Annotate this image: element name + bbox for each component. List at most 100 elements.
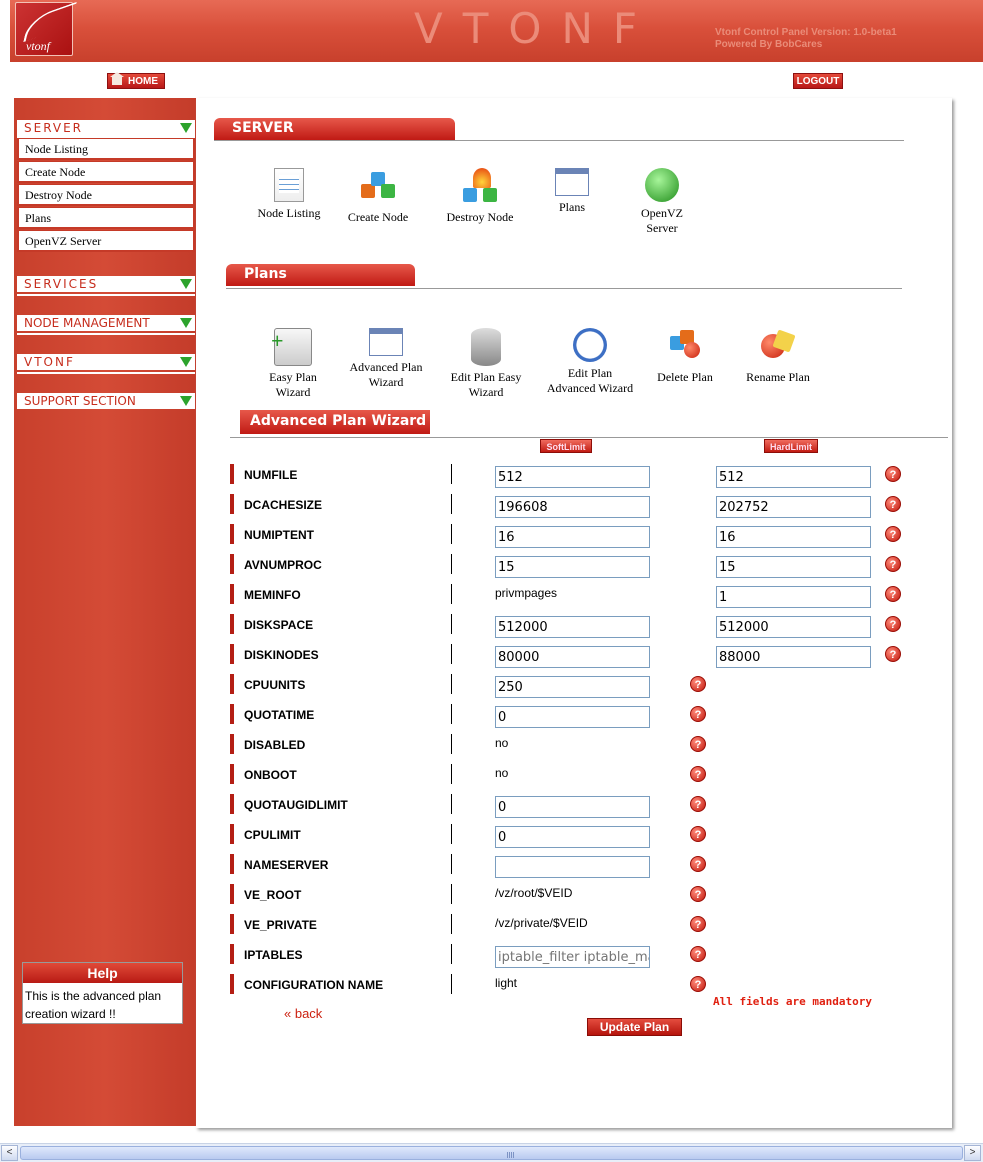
help-question-icon[interactable]: ? bbox=[690, 976, 706, 992]
help-question-icon[interactable]: ? bbox=[885, 466, 901, 482]
scroll-left-arrow[interactable]: < bbox=[1, 1145, 18, 1161]
create-node-tile[interactable]: Create Node bbox=[343, 168, 413, 225]
soft-limit-input[interactable] bbox=[495, 676, 650, 698]
column-separator bbox=[451, 764, 452, 784]
hard-limit-input[interactable] bbox=[716, 556, 871, 578]
help-question-icon[interactable]: ? bbox=[885, 646, 901, 662]
help-title: Help bbox=[23, 963, 182, 983]
help-question-icon[interactable]: ? bbox=[690, 856, 706, 872]
sidebar-section-node-management[interactable]: NODE MANAGEMENT bbox=[17, 315, 195, 331]
soft-limit-input[interactable] bbox=[495, 466, 650, 488]
divider bbox=[17, 333, 195, 335]
form-row-configuration-name: CONFIGURATION NAME light? bbox=[230, 974, 920, 996]
help-question-icon[interactable]: ? bbox=[885, 526, 901, 542]
destroy-node-tile[interactable]: Destroy Node bbox=[440, 168, 520, 225]
row-marker bbox=[230, 674, 234, 694]
sidebar-item-plans[interactable]: Plans bbox=[17, 207, 195, 229]
help-question-icon[interactable]: ? bbox=[690, 796, 706, 812]
sidebar-section-server[interactable]: SERVER bbox=[17, 120, 195, 136]
plans-section-title: Plans bbox=[226, 264, 415, 286]
row-marker bbox=[230, 524, 234, 544]
help-question-icon[interactable]: ? bbox=[690, 736, 706, 752]
update-plan-button[interactable]: Update Plan bbox=[587, 1018, 682, 1036]
hard-limit-input[interactable] bbox=[716, 616, 871, 638]
sidebar-section-vtonf[interactable]: VTONF bbox=[17, 354, 195, 370]
edit-plan-advanced-wizard-tile[interactable]: Edit Plan Advanced Wizard bbox=[544, 328, 636, 396]
soft-value-text: /vz/private/$VEID bbox=[495, 916, 588, 930]
sidebar-section-support[interactable]: SUPPORT SECTION bbox=[17, 393, 195, 409]
soft-limit-input[interactable] bbox=[495, 526, 650, 548]
column-separator bbox=[451, 824, 452, 844]
help-question-icon[interactable]: ? bbox=[690, 676, 706, 692]
sidebar-item-destroy-node[interactable]: Destroy Node bbox=[17, 184, 195, 206]
soft-limit-input[interactable] bbox=[495, 556, 650, 578]
field-label: VE_PRIVATE bbox=[244, 918, 317, 932]
plans-tile[interactable]: Plans bbox=[542, 168, 602, 215]
row-marker bbox=[230, 764, 234, 784]
sidebar-item-openvz-server[interactable]: OpenVZ Server bbox=[17, 230, 195, 252]
house-icon bbox=[110, 72, 124, 85]
soft-limit-input[interactable] bbox=[495, 646, 650, 668]
soft-limit-input[interactable] bbox=[495, 616, 650, 638]
form-row-cpuunits: CPUUNITS? bbox=[230, 674, 920, 698]
soft-limit-input[interactable] bbox=[495, 796, 650, 818]
soft-limit-input[interactable] bbox=[495, 826, 650, 848]
openvz-server-tile[interactable]: OpenVZ Server bbox=[627, 168, 697, 236]
row-marker bbox=[230, 794, 234, 814]
sidebar-item-create-node[interactable]: Create Node bbox=[17, 161, 195, 183]
sidebar-item-node-listing[interactable]: Node Listing bbox=[17, 138, 195, 160]
sidebar-section-services[interactable]: SERVICES bbox=[17, 276, 195, 292]
wizard-title: Advanced Plan Wizard bbox=[240, 410, 430, 434]
triangle-down-icon bbox=[180, 279, 192, 289]
edit-plan-easy-wizard-tile[interactable]: Edit Plan Easy Wizard bbox=[444, 328, 528, 400]
field-label: DISKSPACE bbox=[244, 618, 314, 632]
hard-limit-input[interactable] bbox=[716, 586, 871, 608]
row-marker bbox=[230, 614, 234, 634]
section-label: SERVER bbox=[24, 121, 84, 135]
help-question-icon[interactable]: ? bbox=[885, 496, 901, 512]
help-question-icon[interactable]: ? bbox=[885, 616, 901, 632]
delete-plan-tile[interactable]: Delete Plan bbox=[650, 328, 720, 385]
tile-label: Plans bbox=[558, 200, 585, 214]
help-question-icon[interactable]: ? bbox=[690, 886, 706, 902]
home-button[interactable]: HOME bbox=[107, 72, 165, 89]
help-question-icon[interactable]: ? bbox=[690, 826, 706, 842]
scroll-right-arrow[interactable]: > bbox=[964, 1145, 981, 1161]
row-marker bbox=[230, 734, 234, 754]
hard-limit-input[interactable] bbox=[716, 466, 871, 488]
section-label: SERVICES bbox=[24, 277, 99, 291]
help-question-icon[interactable]: ? bbox=[690, 706, 706, 722]
soft-limit-input[interactable] bbox=[495, 856, 650, 878]
help-question-icon[interactable]: ? bbox=[690, 916, 706, 932]
vtonf-logo[interactable]: vtonf bbox=[15, 1, 77, 56]
server-add-icon: + bbox=[271, 328, 312, 366]
back-link[interactable]: « back bbox=[284, 1006, 322, 1021]
logout-button[interactable]: LOGOUT bbox=[793, 73, 843, 89]
rename-plan-tile[interactable]: Rename Plan bbox=[742, 328, 814, 385]
soft-limit-input[interactable] bbox=[495, 706, 650, 728]
hard-limit-input[interactable] bbox=[716, 496, 871, 518]
easy-plan-wizard-tile[interactable]: + Easy Plan Wizard bbox=[258, 328, 328, 400]
help-question-icon[interactable]: ? bbox=[885, 556, 901, 572]
help-text: This is the advanced plan creation wizar… bbox=[25, 989, 162, 1021]
row-marker bbox=[230, 974, 234, 994]
hard-limit-input[interactable] bbox=[716, 646, 871, 668]
help-question-icon[interactable]: ? bbox=[690, 766, 706, 782]
help-question-icon[interactable]: ? bbox=[885, 586, 901, 602]
node-listing-tile[interactable]: Node Listing bbox=[254, 168, 324, 221]
form-row-cpulimit: CPULIMIT? bbox=[230, 824, 920, 848]
divider bbox=[230, 437, 948, 438]
horizontal-scrollbar[interactable]: < > bbox=[0, 1143, 983, 1162]
soft-limit-input[interactable] bbox=[495, 946, 650, 968]
help-question-icon[interactable]: ? bbox=[690, 946, 706, 962]
field-label: DISABLED bbox=[244, 738, 306, 752]
column-separator bbox=[451, 554, 452, 574]
scroll-thumb[interactable] bbox=[20, 1146, 963, 1160]
hard-limit-input[interactable] bbox=[716, 526, 871, 548]
soft-limit-input[interactable] bbox=[495, 496, 650, 518]
column-separator bbox=[451, 854, 452, 874]
field-label: VE_ROOT bbox=[244, 888, 302, 902]
advanced-plan-wizard-tile[interactable]: Advanced Plan Wizard bbox=[345, 328, 427, 390]
version-line: Vtonf Control Panel Version: 1.0-beta1 bbox=[715, 27, 897, 38]
section-label: NODE MANAGEMENT bbox=[24, 316, 150, 330]
